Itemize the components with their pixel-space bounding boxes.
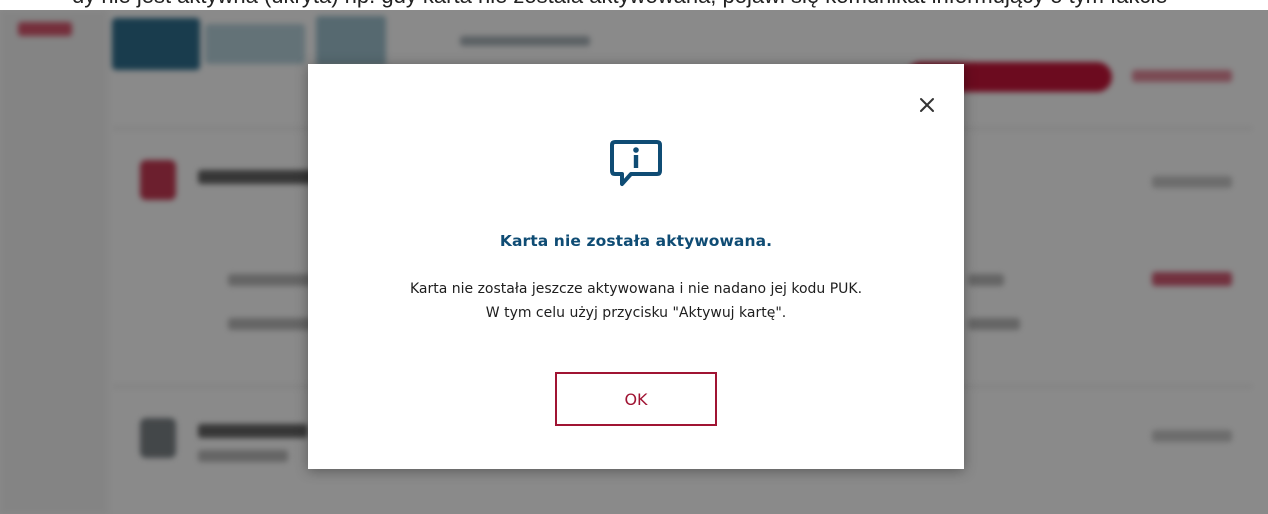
caption-strip: dy nie jest aktywna (ukryta) np. gdy kar…	[0, 0, 1268, 10]
dialog-title: Karta nie została aktywowana.	[499, 232, 773, 250]
close-icon[interactable]	[916, 94, 938, 116]
screen: dy nie jest aktywna (ukryta) np. gdy kar…	[0, 0, 1268, 514]
dialog-message-line: W tym celu użyj przycisku "Aktywuj kartę…	[485, 305, 787, 321]
dialog-message: Karta nie została jeszcze aktywowana i n…	[308, 277, 964, 325]
caption-text: dy nie jest aktywna (ukryta) np. gdy kar…	[72, 0, 1168, 9]
ok-button[interactable]: OK	[555, 372, 717, 426]
info-dialog: Karta nie została aktywowana. Karta nie …	[308, 64, 964, 469]
dialog-message-line: Karta nie została jeszcze aktywowana i n…	[409, 281, 863, 297]
info-chat-icon	[609, 138, 663, 190]
